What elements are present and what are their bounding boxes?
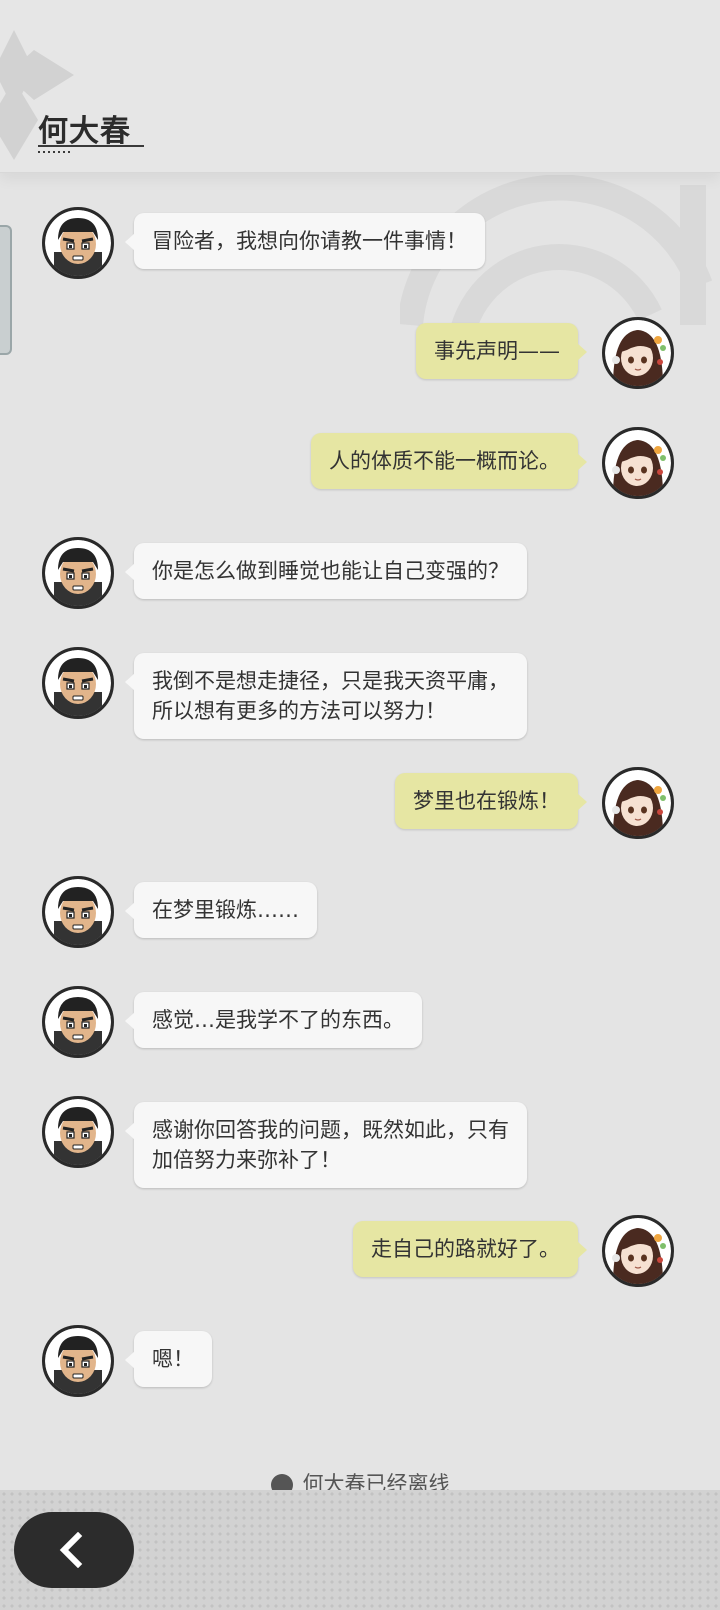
chevron-left-icon bbox=[59, 1532, 83, 1568]
npc-avatar[interactable] bbox=[42, 876, 114, 948]
message-bubble: 梦里也在锻炼！ bbox=[395, 773, 587, 829]
message-bubble: 走自己的路就好了。 bbox=[353, 1221, 587, 1277]
message-bubble: 感觉…是我学不了的东西。 bbox=[125, 992, 422, 1048]
message-bubble: 感谢你回答我的问题，既然如此，只有 加倍努力来弥补了！ bbox=[125, 1102, 527, 1188]
npc-avatar[interactable] bbox=[42, 647, 114, 719]
npc-avatar[interactable] bbox=[42, 986, 114, 1058]
message-bubble: 事先声明—— bbox=[416, 323, 587, 379]
message-bubble: 嗯！ bbox=[125, 1331, 212, 1387]
back-button[interactable] bbox=[14, 1512, 134, 1588]
chat-log: 冒险者，我想向你请教一件事情！ 事先声明—— 人的体质不能一概而论。 你是怎么做… bbox=[0, 0, 720, 1490]
message-bubble: 我倒不是想走捷径，只是我天资平庸， 所以想有更多的方法可以努力！ bbox=[125, 653, 527, 739]
message-bubble: 在梦里锻炼…… bbox=[125, 882, 317, 938]
title-dots bbox=[38, 151, 70, 153]
page-title: 何大春 bbox=[38, 114, 131, 149]
message-bubble: 人的体质不能一概而论。 bbox=[311, 433, 587, 489]
message-bubble: 冒险者，我想向你请教一件事情！ bbox=[125, 213, 485, 269]
title-underline bbox=[38, 145, 144, 147]
player-avatar[interactable] bbox=[602, 427, 674, 499]
chat-header: 何大春 bbox=[0, 0, 720, 173]
npc-avatar[interactable] bbox=[42, 1096, 114, 1168]
side-drawer-handle[interactable] bbox=[0, 225, 12, 355]
message-bubble: 你是怎么做到睡觉也能让自己变强的？ bbox=[125, 543, 527, 599]
player-avatar[interactable] bbox=[602, 767, 674, 839]
player-avatar[interactable] bbox=[602, 317, 674, 389]
npc-avatar[interactable] bbox=[42, 1325, 114, 1397]
player-avatar[interactable] bbox=[602, 1215, 674, 1287]
npc-avatar[interactable] bbox=[42, 207, 114, 279]
footer-bar bbox=[0, 1490, 720, 1610]
npc-avatar[interactable] bbox=[42, 537, 114, 609]
